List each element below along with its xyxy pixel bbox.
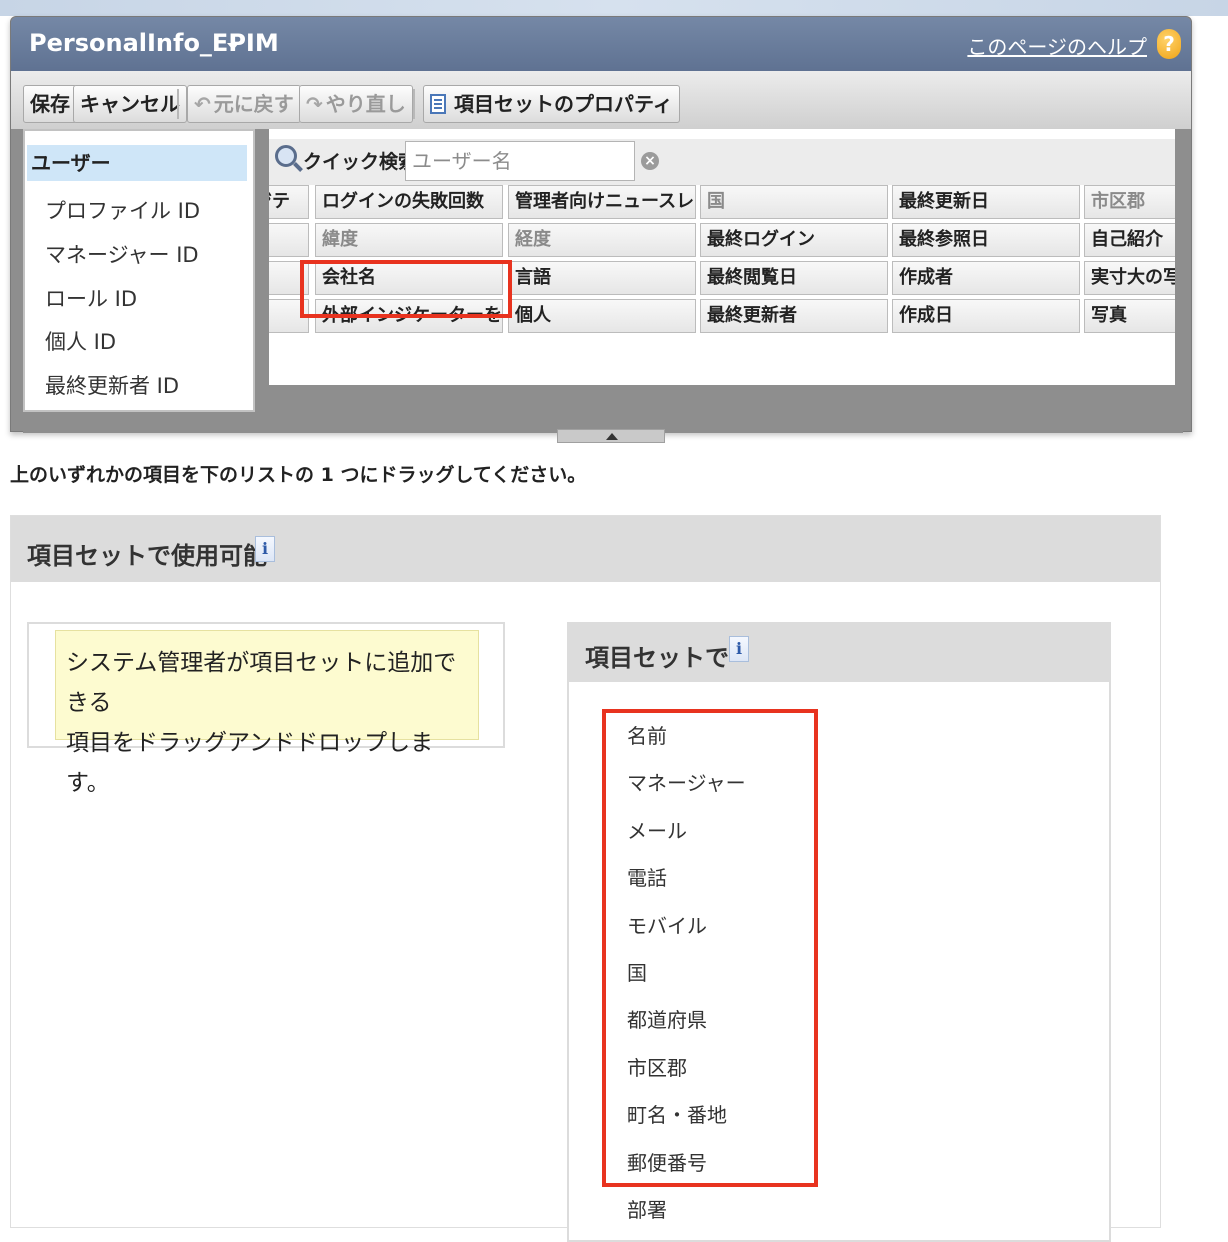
field-cell[interactable]	[269, 299, 309, 333]
note-line: 項目をドラッグアンドドロップします。	[66, 730, 434, 796]
field-cell[interactable]: 最終参照日	[892, 223, 1080, 257]
field-cell[interactable]	[269, 261, 309, 295]
field-cell[interactable]: ッジテ	[269, 185, 309, 219]
field-cell[interactable]: 外部インジケーターを表示	[315, 299, 503, 333]
drop-note: システム管理者が項目セットに追加できる 項目をドラッグアンドドロップします。	[55, 630, 479, 796]
in-field-set-list[interactable]: 項目セットで i 名前マネージャー メール電話モバイル国都道府県市区郡町名・番地郵…	[567, 622, 1111, 1242]
note-line: システム管理者が項目セットに追加できる	[66, 650, 457, 716]
available-fields-section: 項目セットで使用可能 i システム管理者が項目セットに追加できる 項目をドラッグ…	[10, 515, 1161, 1242]
field-cell[interactable]: 自己紹介	[1084, 223, 1175, 257]
inset-title: 項目セットで	[585, 644, 729, 672]
section-title: 項目セットで使用可能	[27, 542, 267, 570]
properties-label: 項目セットのプロパティ	[454, 92, 673, 116]
help-link[interactable]: このページのヘルプ	[967, 31, 1147, 60]
field-set-editor: PersonalInfo_EPIM このページのヘルプ ? 保存 キャンセル ↶…	[10, 16, 1192, 443]
field-set-properties-button[interactable]: 項目セットのプロパティ	[423, 85, 680, 123]
info-icon[interactable]: i	[255, 536, 275, 562]
in-set-field-item[interactable]: メール	[627, 815, 687, 844]
field-cell[interactable]: 作成者	[892, 261, 1080, 295]
category-item[interactable]: 最終更新者 ID	[45, 370, 179, 400]
category-item[interactable]: マネージャー ID	[45, 239, 199, 269]
category-item[interactable]: プロファイル ID	[45, 195, 200, 225]
category-item[interactable]: ロール ID	[45, 283, 137, 313]
redo-button[interactable]: ↷ やり直し	[299, 85, 413, 123]
field-cell[interactable]: ログインの失敗回数	[315, 185, 503, 219]
redo-label: やり直し	[325, 92, 406, 116]
inset-header: 項目セットで i	[569, 624, 1109, 682]
editor-titlebar: PersonalInfo_EPIM このページのヘルプ ?	[11, 17, 1191, 71]
in-set-field-item[interactable]: 名前	[627, 720, 667, 749]
category-item[interactable]: 個人 ID	[45, 326, 116, 356]
chevron-up-icon	[606, 433, 618, 440]
field-grid-area: クイック検索 × ッジテログインの失敗回数管理者向けニュースレター国最終更新日市…	[269, 129, 1175, 385]
field-cell[interactable]: 最終更新者	[700, 299, 888, 333]
quick-search-label: クイック検索	[303, 151, 418, 173]
field-cell[interactable]: 言語	[508, 261, 696, 295]
drag-instruction: 上のいずれかの項目を下のリストの 1 つにドラッグしてください。	[10, 464, 587, 486]
save-button[interactable]: 保存	[23, 85, 77, 123]
field-category-list[interactable]: ユーザー プロファイル ID マネージャー ID ロール ID 個人 ID 最終…	[23, 129, 255, 412]
field-cell[interactable]: 実寸大の写真	[1084, 261, 1175, 295]
redo-icon: ↷	[306, 92, 323, 116]
field-cell[interactable]: 最終ログイン	[700, 223, 888, 257]
clear-search-icon[interactable]: ×	[641, 152, 659, 170]
section-header: 項目セットで使用可能 i	[11, 516, 1160, 582]
editor-title[interactable]: PersonalInfo_EPIM	[29, 29, 279, 57]
toolbar-divider	[413, 89, 415, 119]
cancel-button[interactable]: キャンセル	[73, 85, 187, 123]
undo-icon: ↶	[194, 92, 211, 116]
in-set-field-item[interactable]: 電話	[627, 862, 667, 891]
field-cell[interactable]: 写真	[1084, 299, 1175, 333]
top-banner-strip	[0, 0, 1228, 16]
quick-search-bar: クイック検索 ×	[269, 139, 1175, 185]
editor-toolbar: 保存 キャンセル ↶ 元に戻す ↷ やり直し 項目セットのプロパティ	[11, 71, 1191, 129]
field-grid: ッジテログインの失敗回数管理者向けニュースレター国最終更新日市区郡緯度経度最終ロ…	[269, 185, 1175, 345]
field-cell[interactable]	[269, 223, 309, 257]
field-cell[interactable]: 国	[700, 185, 888, 219]
help-icon[interactable]: ?	[1157, 29, 1181, 59]
undo-label: 元に戻す	[213, 92, 294, 116]
in-set-field-item[interactable]: 郵便番号	[627, 1147, 707, 1176]
field-cell[interactable]: 緯度	[315, 223, 503, 257]
field-cell[interactable]: 個人	[508, 299, 696, 333]
in-set-field-item[interactable]: 市区郡	[627, 1052, 687, 1081]
field-cell[interactable]: 最終更新日	[892, 185, 1080, 219]
undo-button[interactable]: ↶ 元に戻す	[187, 85, 301, 123]
in-set-field-item[interactable]: 国	[627, 957, 647, 986]
field-cell[interactable]: 市区郡	[1084, 185, 1175, 219]
chevron-down-icon[interactable]	[227, 43, 239, 50]
field-cell[interactable]: 作成日	[892, 299, 1080, 333]
quick-search-input[interactable]	[405, 141, 635, 181]
field-cell[interactable]: 経度	[508, 223, 696, 257]
drop-note-container: システム管理者が項目セットに追加できる 項目をドラッグアンドドロップします。	[27, 622, 505, 796]
toolbar-divider	[177, 89, 179, 119]
in-set-field-item[interactable]: 部署	[627, 1194, 667, 1223]
in-set-field-item[interactable]: 町名・番地	[627, 1099, 727, 1128]
field-cell[interactable]: 管理者向けニュースレター	[508, 185, 696, 219]
in-set-field-item[interactable]: 都道府県	[627, 1004, 707, 1033]
field-cell[interactable]: 会社名	[315, 261, 503, 295]
properties-icon	[430, 94, 446, 114]
field-cell[interactable]: 最終閲覧日	[700, 261, 888, 295]
field-palette: ユーザー プロファイル ID マネージャー ID ロール ID 個人 ID 最終…	[23, 129, 1183, 433]
collapse-handle[interactable]	[557, 429, 665, 443]
category-user[interactable]: ユーザー	[27, 145, 247, 181]
info-icon[interactable]: i	[729, 636, 749, 662]
search-icon-handle	[293, 162, 303, 172]
in-set-field-item[interactable]: モバイル	[627, 910, 707, 939]
in-set-field-item[interactable]: マネージャー	[627, 767, 746, 796]
